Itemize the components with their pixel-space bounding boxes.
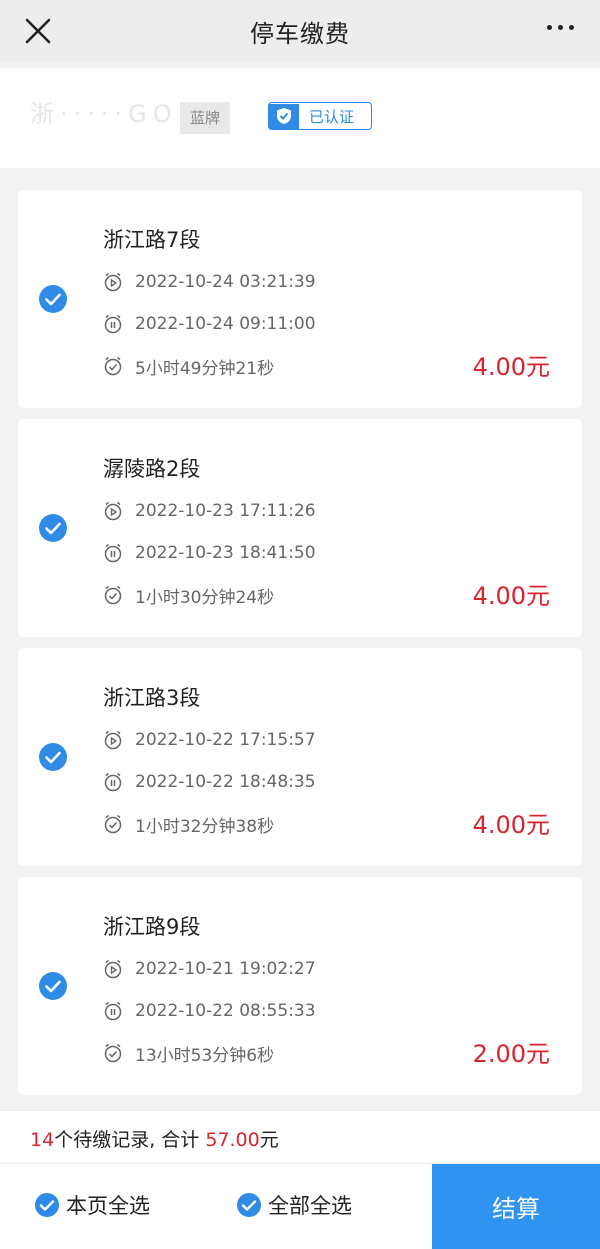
alarm-pause-icon — [104, 772, 122, 792]
plate-type-badge: 蓝牌 — [180, 102, 231, 134]
start-time: 2022-10-21 19:02:27 — [135, 959, 316, 979]
duration-row: 1小时30分钟24秒 — [103, 583, 275, 608]
end-time-row: 2022-10-24 09:11:00 — [103, 312, 316, 336]
road-name: 潺陵路2段 — [103, 457, 201, 481]
road-name: 浙江路7段 — [103, 228, 201, 252]
alarm-check-icon — [104, 1043, 122, 1063]
close-icon[interactable] — [22, 15, 54, 47]
checked-circle-icon[interactable] — [38, 513, 68, 543]
record-count-suffix: 个待缴记录, 合计 — [54, 1129, 206, 1151]
start-time: 2022-10-23 17:11:26 — [135, 501, 316, 521]
select-all-label: 全部全选 — [268, 1194, 352, 1218]
alarm-play-icon — [104, 730, 122, 750]
record-card[interactable]: 浙江路7段 2022-10-24 03:21:39 2022-10-24 09:… — [18, 190, 582, 408]
duration-row: 13小时53分钟6秒 — [103, 1041, 275, 1066]
duration-row: 5小时49分钟21秒 — [103, 354, 275, 379]
summary-bar: 14个待缴记录, 合计 57.00元 — [0, 1110, 600, 1164]
road-name: 浙江路9段 — [103, 915, 201, 939]
duration: 1小时32分钟38秒 — [135, 816, 275, 837]
bottom-bar: 本页全选 全部全选 结算 — [0, 1164, 600, 1249]
amount: 2.00元 — [472, 1040, 550, 1068]
select-page-toggle[interactable]: 本页全选 — [34, 1190, 150, 1220]
alarm-play-icon — [104, 959, 122, 979]
summary-text: 14个待缴记录, 合计 57.00元 — [30, 1125, 279, 1152]
end-time-row: 2022-10-23 18:41:50 — [103, 541, 316, 565]
end-time-row: 2022-10-22 18:48:35 — [103, 770, 316, 794]
verified-badge: 已认证 — [268, 102, 372, 130]
road-name: 浙江路3段 — [103, 686, 201, 710]
alarm-play-icon — [104, 272, 122, 292]
start-time: 2022-10-24 03:21:39 — [135, 272, 316, 292]
plate-bar: 浙·····GO 蓝牌 已认证 — [0, 68, 600, 168]
duration: 5小时49分钟21秒 — [135, 358, 275, 379]
end-time: 2022-10-22 08:55:33 — [135, 1001, 316, 1021]
plate-number: 浙·····GO — [30, 100, 178, 128]
total-amount: 57.00 — [205, 1129, 260, 1151]
more-icon[interactable] — [547, 25, 574, 30]
record-card[interactable]: 浙江路3段 2022-10-22 17:15:57 2022-10-22 18:… — [18, 648, 582, 866]
amount: 4.00元 — [472, 582, 550, 610]
checked-circle-icon[interactable] — [38, 971, 68, 1001]
record-count: 14 — [30, 1129, 55, 1151]
verified-label: 已认证 — [309, 107, 355, 126]
alarm-pause-icon — [104, 314, 122, 334]
start-time-row: 2022-10-22 17:15:57 — [103, 728, 316, 752]
alarm-check-icon — [104, 585, 122, 605]
duration: 13小时53分钟6秒 — [135, 1045, 275, 1066]
alarm-check-icon — [104, 356, 122, 376]
checked-circle-icon — [237, 1193, 261, 1217]
duration: 1小时30分钟24秒 — [135, 587, 275, 608]
checkout-button[interactable]: 结算 — [432, 1164, 600, 1249]
end-time-row: 2022-10-22 08:55:33 — [103, 999, 316, 1023]
checked-circle-icon[interactable] — [38, 284, 68, 314]
end-time: 2022-10-22 18:48:35 — [135, 772, 316, 792]
select-all-toggle[interactable]: 全部全选 — [236, 1190, 352, 1220]
total-suffix: 元 — [259, 1129, 279, 1151]
shield-check-icon — [269, 103, 299, 129]
record-card[interactable]: 潺陵路2段 2022-10-23 17:11:26 2022-10-23 18:… — [18, 419, 582, 637]
end-time: 2022-10-24 09:11:00 — [135, 314, 316, 334]
alarm-pause-icon — [104, 1001, 122, 1021]
start-time-row: 2022-10-21 19:02:27 — [103, 957, 316, 981]
checked-circle-icon[interactable] — [38, 742, 68, 772]
select-page-label: 本页全选 — [66, 1194, 150, 1218]
amount: 4.00元 — [472, 353, 550, 381]
alarm-check-icon — [104, 814, 122, 834]
alarm-pause-icon — [104, 543, 122, 563]
record-card[interactable]: 浙江路9段 2022-10-21 19:02:27 2022-10-22 08:… — [18, 877, 582, 1095]
page-title: 停车缴费 — [250, 19, 350, 48]
amount: 4.00元 — [472, 811, 550, 839]
alarm-play-icon — [104, 501, 122, 521]
start-time-row: 2022-10-23 17:11:26 — [103, 499, 316, 523]
start-time-row: 2022-10-24 03:21:39 — [103, 270, 316, 294]
start-time: 2022-10-22 17:15:57 — [135, 730, 316, 750]
duration-row: 1小时32分钟38秒 — [103, 812, 275, 837]
end-time: 2022-10-23 18:41:50 — [135, 543, 316, 563]
checked-circle-icon — [35, 1193, 59, 1217]
nav-bar: 停车缴费 — [0, 0, 600, 62]
